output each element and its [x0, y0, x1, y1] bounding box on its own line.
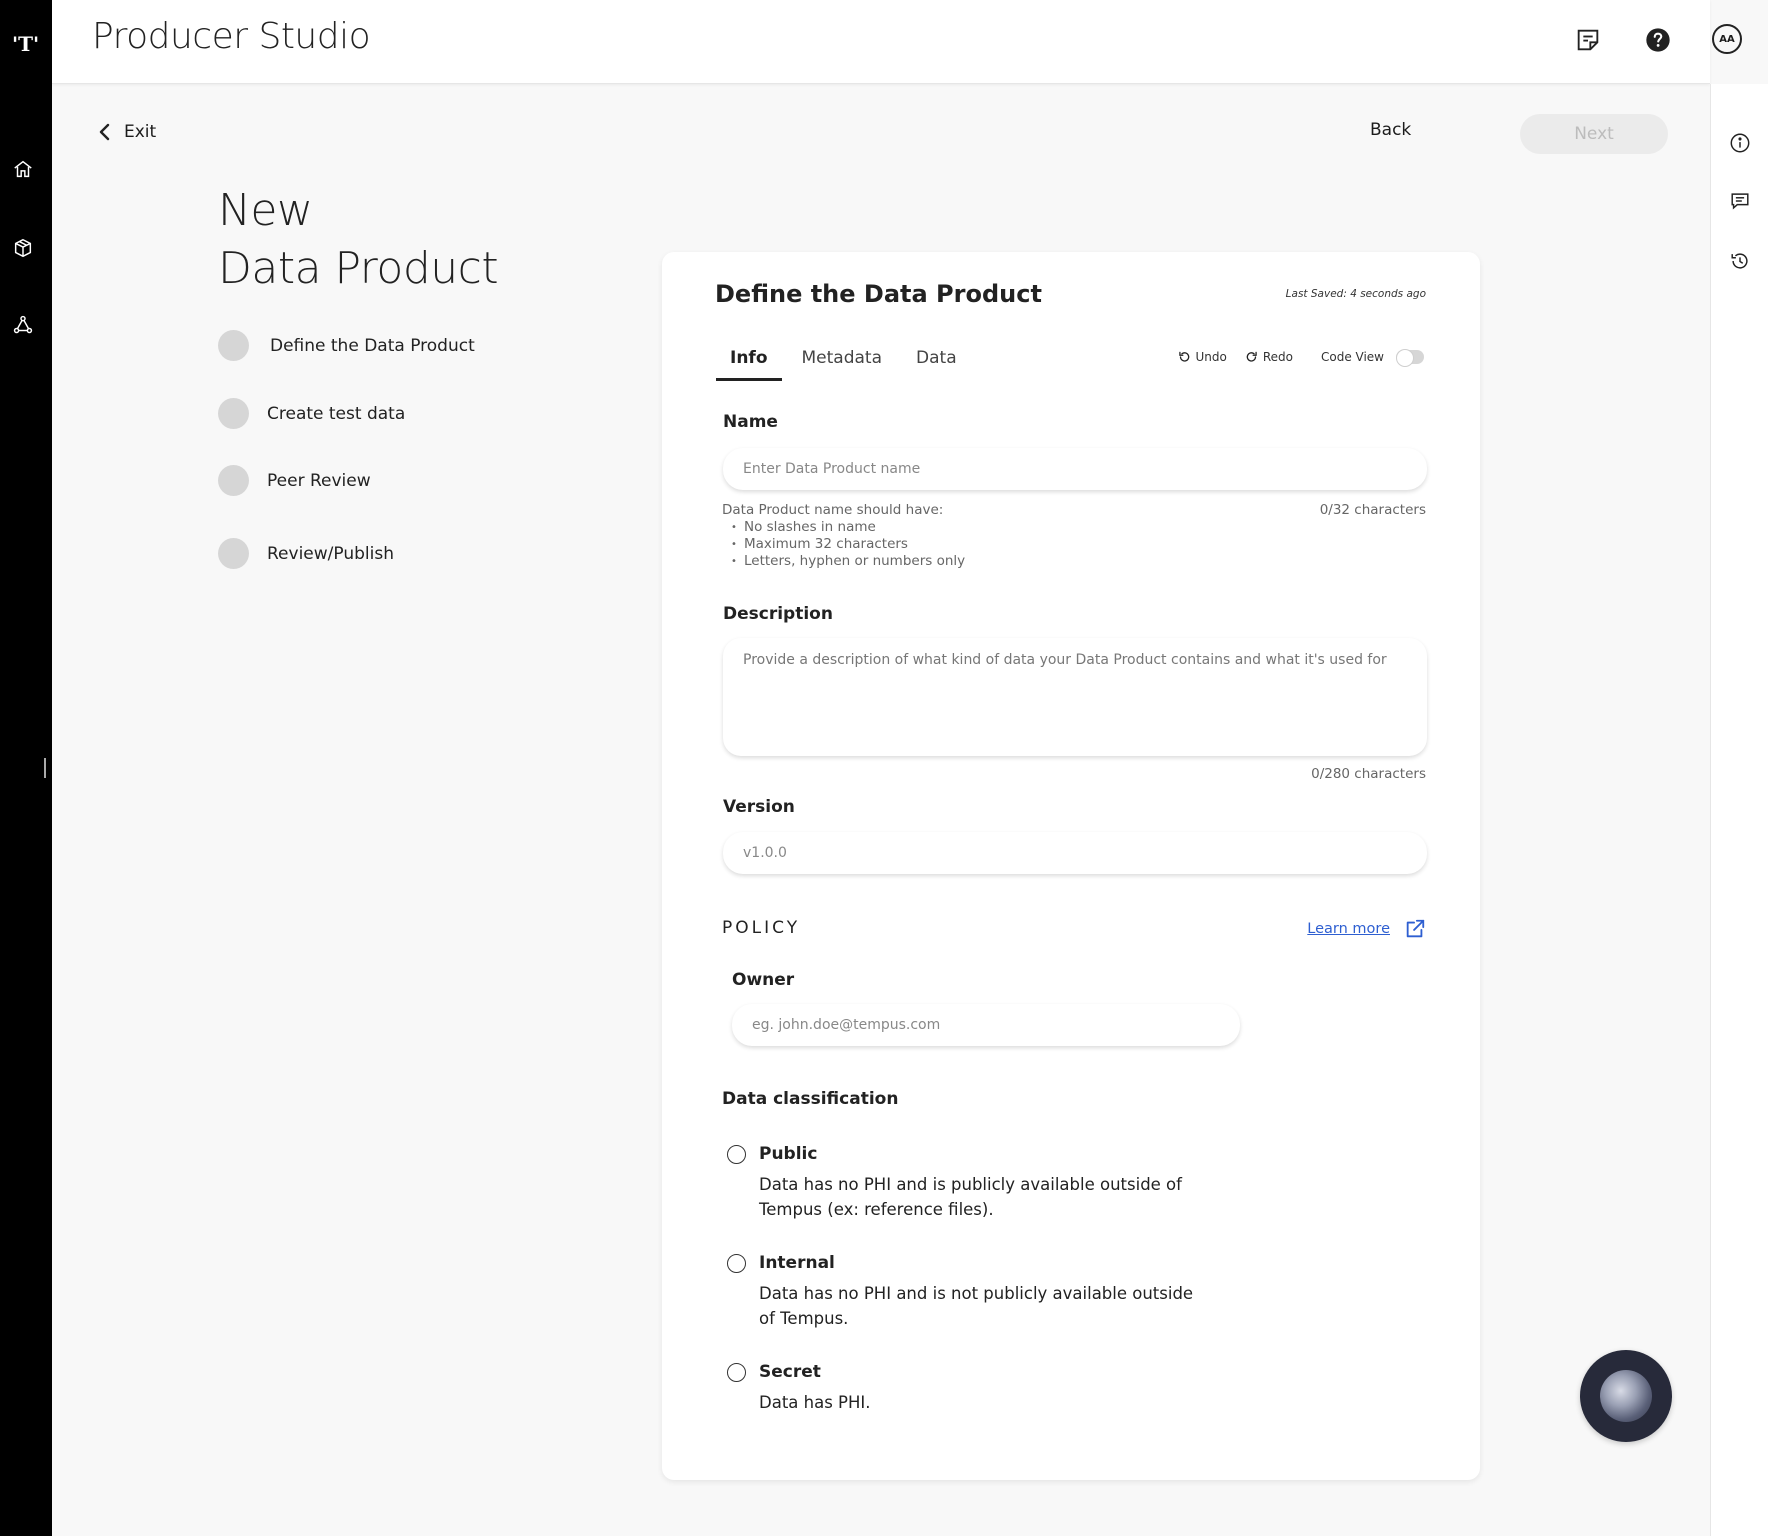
step-create-test-data[interactable]: Create test data: [218, 398, 405, 429]
option-title: Secret: [759, 1362, 821, 1382]
step-label: Define the Data Product: [270, 335, 475, 356]
version-input[interactable]: [723, 832, 1427, 874]
undo-label: Undo: [1195, 350, 1227, 364]
description-label: Description: [723, 604, 833, 624]
step-label: Peer Review: [267, 470, 371, 491]
name-label: Name: [723, 412, 778, 432]
code-view-toggle[interactable]: Code View: [1320, 349, 1424, 367]
info-icon[interactable]: [1729, 132, 1751, 154]
external-link-icon: [1406, 919, 1425, 938]
option-title: Public: [759, 1144, 818, 1164]
step-indicator: [218, 330, 249, 361]
card-title: Define the Data Product: [715, 280, 1042, 308]
step-indicator: [218, 398, 249, 429]
version-label: Version: [723, 797, 795, 817]
step-define[interactable]: Define the Data Product: [218, 330, 475, 361]
owner-label: Owner: [732, 970, 795, 990]
policy-heading: POLICY: [722, 918, 801, 938]
tab-data[interactable]: Data: [902, 348, 971, 381]
data-classification-label: Data classification: [722, 1089, 899, 1109]
chevron-left-icon: [99, 123, 110, 141]
option-description: Data has no PHI and is not publicly avai…: [759, 1284, 1194, 1328]
redo-icon: [1246, 351, 1257, 362]
description-char-counter: 0/280 characters: [1311, 766, 1426, 782]
step-label: Review/Publish: [267, 543, 394, 564]
app-header: Producer Studio AA: [52, 0, 1742, 84]
learn-more-link[interactable]: Learn more: [1307, 918, 1426, 940]
assistant-orb-icon: [1600, 1370, 1652, 1422]
step-review-publish[interactable]: Review/Publish: [218, 538, 394, 569]
tab-metadata[interactable]: Metadata: [788, 348, 897, 381]
option-title: Internal: [759, 1253, 835, 1273]
step-peer-review[interactable]: Peer Review: [218, 465, 371, 496]
page-title-line1: New: [218, 185, 313, 236]
history-icon[interactable]: [1729, 250, 1751, 272]
classification-option-secret[interactable]: Secret Data has PHI.: [727, 1362, 1207, 1415]
name-hint-item: Letters, hyphen or numbers only: [722, 553, 965, 570]
step-indicator: [218, 465, 249, 496]
tab-info[interactable]: Info: [716, 348, 782, 381]
help-icon[interactable]: [1644, 26, 1672, 54]
owner-input[interactable]: [732, 1004, 1240, 1046]
notes-icon[interactable]: [1574, 26, 1602, 54]
learn-more-label: Learn more: [1307, 921, 1390, 937]
name-input[interactable]: [723, 448, 1427, 490]
step-indicator: [218, 538, 249, 569]
classification-option-public[interactable]: Public Data has no PHI and is publicly a…: [727, 1144, 1207, 1222]
app-logo[interactable]: 'T': [12, 32, 39, 56]
back-button[interactable]: Back: [1370, 120, 1411, 140]
editor-tools: Undo Redo Code View: [1177, 349, 1424, 367]
code-view-switch[interactable]: [1396, 349, 1424, 367]
page-title-line2: Data Product: [218, 243, 499, 294]
option-description: Data has no PHI and is publicly availabl…: [759, 1175, 1182, 1219]
radio-button-secret[interactable]: [727, 1362, 746, 1382]
exit-button[interactable]: Exit: [98, 122, 156, 142]
page-title: New Data Product: [218, 182, 499, 298]
network-icon[interactable]: [12, 314, 34, 336]
home-icon[interactable]: [12, 158, 34, 180]
redo-button[interactable]: Redo: [1245, 350, 1293, 364]
avatar[interactable]: AA: [1712, 24, 1742, 54]
option-description: Data has PHI.: [759, 1393, 871, 1412]
nav-resize-handle[interactable]: [44, 758, 46, 778]
comment-icon[interactable]: [1729, 190, 1751, 212]
define-data-product-card: Define the Data Product Last Saved: 4 se…: [662, 252, 1480, 1480]
assistant-fab-button[interactable]: [1580, 1350, 1672, 1442]
app-title: Producer Studio: [92, 16, 371, 57]
package-icon[interactable]: [12, 237, 34, 259]
step-label: Create test data: [267, 403, 406, 424]
redo-label: Redo: [1262, 350, 1293, 364]
classification-option-internal[interactable]: Internal Data has no PHI and is not publ…: [727, 1253, 1207, 1331]
left-nav: 'T': [0, 0, 52, 1536]
next-button[interactable]: Next: [1520, 114, 1668, 154]
name-hint-title: Data Product name should have:: [722, 502, 944, 518]
undo-button[interactable]: Undo: [1177, 350, 1227, 364]
description-textarea[interactable]: [723, 638, 1427, 756]
right-rail: [1710, 84, 1768, 1536]
radio-button-internal[interactable]: [727, 1253, 746, 1273]
name-char-counter: 0/32 characters: [1319, 502, 1426, 518]
card-tabs: Info Metadata Data: [716, 348, 977, 381]
exit-label: Exit: [124, 122, 157, 142]
last-saved-status: Last Saved: 4 seconds ago: [1285, 288, 1426, 300]
undo-icon: [1179, 351, 1190, 362]
code-view-label: Code View: [1320, 350, 1384, 364]
name-hint-item: Maximum 32 characters: [722, 536, 965, 553]
radio-button-public[interactable]: [727, 1144, 746, 1164]
name-hint: Data Product name should have: No slashe…: [722, 502, 965, 570]
name-hint-item: No slashes in name: [722, 519, 965, 536]
